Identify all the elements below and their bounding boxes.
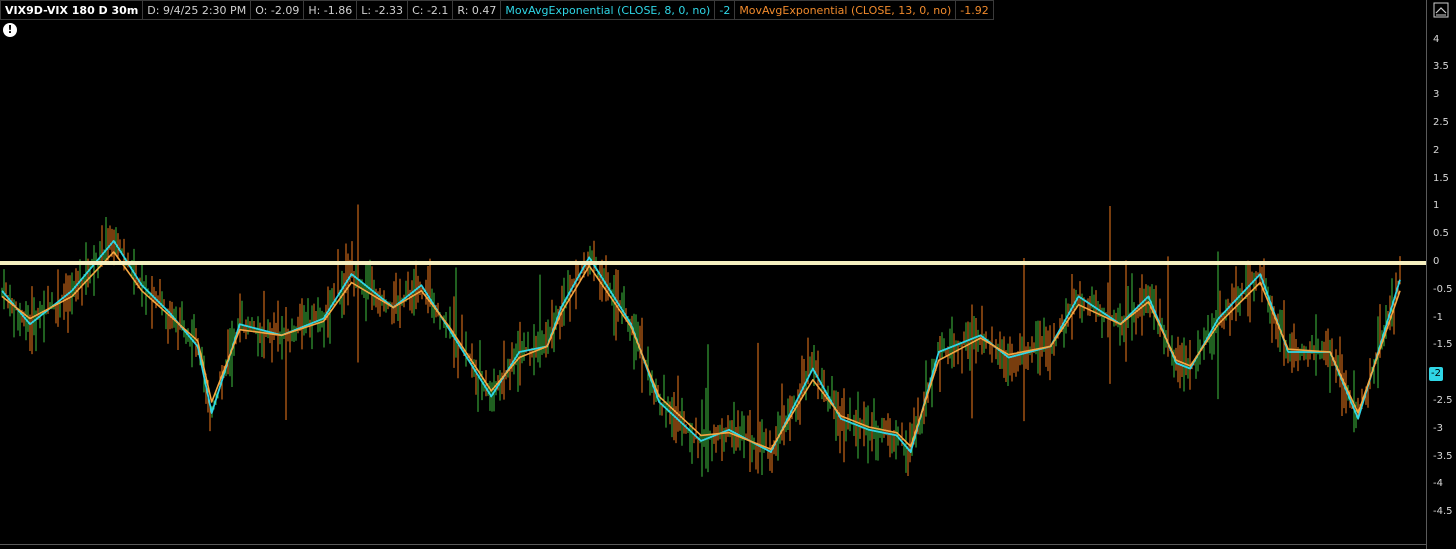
time-axis-border — [0, 544, 1426, 545]
y-tick-label: 4 — [1433, 33, 1440, 45]
high-value: H: -1.86 — [308, 3, 353, 17]
expand-axis-icon[interactable] — [1433, 2, 1449, 18]
ema13-label: MovAvgExponential (CLOSE, 13, 0, no) — [739, 3, 952, 17]
y-tick-label: 2.5 — [1433, 117, 1449, 128]
y-tick-label: -0.5 — [1433, 283, 1453, 295]
ema13-value-cell: -1.92 — [956, 0, 994, 20]
y-tick-label: -3 — [1433, 422, 1443, 434]
price-axis[interactable] — [1426, 0, 1456, 549]
range-cell: R: 0.47 — [453, 0, 502, 20]
y-tick-label: 3 — [1433, 89, 1440, 101]
y-tick-label: -3.5 — [1433, 450, 1453, 462]
close-value: C: -2.1 — [412, 3, 449, 17]
last-value-badge: -2 — [1429, 367, 1443, 381]
ema8-label: MovAvgExponential (CLOSE, 8, 0, no) — [505, 3, 711, 17]
low-value: L: -2.33 — [361, 3, 404, 17]
close-cell: C: -2.1 — [408, 0, 454, 20]
y-tick-label: 1 — [1433, 200, 1440, 212]
symbol-label[interactable]: VIX9D-VIX 180 D 30m — [0, 0, 144, 20]
low-cell: L: -2.33 — [357, 0, 409, 20]
y-tick-label: -1 — [1433, 311, 1443, 323]
exclamation-icon[interactable]: ! — [3, 23, 17, 37]
chart-plot-area[interactable] — [0, 0, 1426, 549]
y-tick-label: -1.5 — [1433, 339, 1453, 351]
symbol-text: VIX9D-VIX 180 D 30m — [5, 3, 139, 17]
ema8-study-label[interactable]: MovAvgExponential (CLOSE, 8, 0, no) — [501, 0, 716, 20]
ema8-value: -2 — [719, 3, 731, 17]
y-tick-label: 3.5 — [1433, 61, 1449, 73]
chart-header: VIX9D-VIX 180 D 30m D: 9/4/25 2:30 PM O:… — [0, 0, 994, 20]
open-cell: O: -2.09 — [251, 0, 305, 20]
date-cell: D: 9/4/25 2:30 PM — [143, 0, 252, 20]
y-tick-label: 1.5 — [1433, 172, 1449, 184]
y-tick-label: 2 — [1433, 144, 1440, 156]
y-tick-label: -2.5 — [1433, 395, 1453, 406]
ema13-study-label[interactable]: MovAvgExponential (CLOSE, 13, 0, no) — [735, 0, 957, 20]
range-value: R: 0.47 — [457, 3, 497, 17]
y-tick-label: -4 — [1433, 478, 1443, 490]
y-tick-label: 0.5 — [1433, 228, 1449, 240]
ema8-value-cell: -2 — [715, 0, 736, 20]
y-tick-label: -4.5 — [1433, 506, 1453, 518]
high-cell: H: -1.86 — [304, 0, 358, 20]
open-value: O: -2.09 — [255, 3, 300, 17]
date-value: D: 9/4/25 2:30 PM — [147, 3, 247, 17]
y-tick-label: 0 — [1433, 256, 1440, 267]
ema13-value: -1.92 — [960, 3, 989, 17]
